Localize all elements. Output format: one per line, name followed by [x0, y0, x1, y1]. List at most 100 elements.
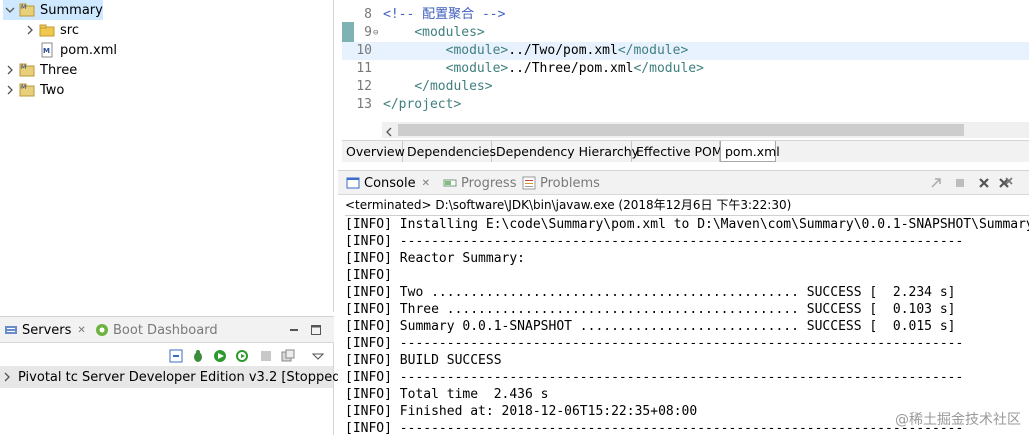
pin-console-icon[interactable] — [928, 175, 944, 191]
tab-problems[interactable]: Problems — [522, 171, 600, 195]
server-row[interactable]: Pivotal tc Server Developer Edition v3.2… — [0, 366, 341, 388]
console-line: [INFO] ---------------------------------… — [345, 370, 964, 385]
tab-console-label: Console — [364, 175, 416, 191]
code-line[interactable]: 11 <module>../Three/pom.xml</module> — [342, 60, 1029, 78]
line-number: 13 — [356, 97, 372, 112]
svg-text:M: M — [43, 47, 50, 55]
line-number: 9 — [364, 25, 372, 40]
tree-item-label: src — [60, 22, 79, 38]
progress-icon — [443, 179, 457, 187]
horizontal-scrollbar[interactable] — [382, 122, 1029, 138]
code-text: </modules> — [414, 79, 493, 94]
tree-item-label: pom.xml — [60, 42, 117, 58]
code-line[interactable]: 12 </modules> — [342, 78, 1029, 96]
close-icon[interactable]: ✕ — [422, 178, 430, 189]
tree-item-src[interactable]: src — [23, 20, 79, 40]
console-line: [INFO] ---------------------------------… — [345, 421, 964, 435]
code-line[interactable]: 13 </project> — [342, 96, 1029, 114]
remove-launch-icon[interactable] — [976, 175, 992, 191]
tree-item-pom-xml[interactable]: Mpom.xml — [23, 40, 117, 60]
code-text: </project> — [383, 97, 462, 112]
code-line[interactable]: 9 ⊖ <modules> — [342, 24, 1029, 42]
tab-pom-xml[interactable]: pom.xml — [720, 141, 780, 162]
tree-item-label: Two — [40, 82, 65, 98]
console-line: [INFO] Two .............................… — [345, 285, 956, 300]
console-line: [INFO] Reactor Summary: — [345, 251, 526, 266]
chevron-right-icon[interactable] — [3, 370, 11, 384]
code-line[interactable]: 8 <!-- 配置聚合 --> — [342, 6, 1029, 24]
tab-console[interactable]: Console ✕ — [346, 171, 430, 195]
console-line: [INFO] Finished at: 2018-12-06T15:22:35+… — [345, 404, 698, 419]
problems-icon — [522, 176, 536, 190]
view-menu-icon[interactable] — [310, 348, 326, 364]
server-label: Pivotal tc Server Developer Edition v3.2… — [18, 369, 341, 385]
servers-view: Servers ✕ Boot Dashboard Pivotal tc Serv… — [0, 316, 341, 435]
console-line: [INFO] Summary 0.0.1-SNAPSHOT ..........… — [345, 319, 956, 334]
tab-overview[interactable]: Overview — [342, 141, 405, 162]
tab-servers[interactable]: Servers ✕ — [4, 317, 86, 343]
profile-server-icon[interactable] — [234, 348, 250, 364]
tree-item-two[interactable]: M Two — [3, 80, 64, 100]
editor-page-tabs: Overview Dependencies Dependency Hierarchy… — [342, 140, 1029, 162]
scroll-left-icon[interactable] — [385, 125, 393, 140]
close-icon[interactable]: ✕ — [77, 325, 85, 336]
folder-icon — [39, 24, 55, 37]
tree-item-label: Three — [40, 62, 78, 78]
tab-dependencies[interactable]: Dependencies — [403, 141, 496, 162]
chevron-right-icon[interactable] — [3, 63, 17, 77]
maven-project-icon: M — [19, 3, 35, 17]
fold-toggle-icon[interactable]: ⊖ — [373, 24, 378, 42]
tab-effective-pom[interactable]: Effective POM — [632, 141, 723, 162]
project-explorer: M Summary src Mpom.xml M Three M Two — [0, 0, 334, 312]
svg-text:M: M — [21, 84, 26, 91]
terminate-icon[interactable] — [952, 175, 968, 191]
console-line: [INFO] Installing E:\code\Summary\pom.xm… — [345, 217, 1029, 232]
publish-icon[interactable] — [280, 348, 296, 364]
line-number: 8 — [364, 7, 372, 22]
tab-boot-dashboard-label: Boot Dashboard — [113, 322, 218, 338]
code-text: <module>../Two/pom.xml</module> — [445, 43, 689, 58]
debug-server-icon[interactable] — [190, 348, 206, 364]
scrollbar-thumb[interactable] — [398, 124, 964, 136]
console-line: [INFO] ---------------------------------… — [345, 234, 964, 249]
spring-boot-icon — [96, 324, 108, 336]
pom-editor[interactable]: 8 <!-- 配置聚合 --> 9 ⊖ <modules> 10 <module>../… — [342, 0, 1029, 162]
console-output[interactable]: [INFO] Installing E:\code\Summary\pom.xm… — [345, 215, 1029, 435]
servers-tab-bar: Servers ✕ Boot Dashboard — [0, 317, 334, 343]
code-line[interactable]: 10 <module>../Two/pom.xml</module> — [342, 42, 1029, 60]
tree-item-summary[interactable]: M Summary — [3, 0, 103, 20]
maximize-icon[interactable] — [308, 322, 324, 338]
chevron-down-icon[interactable] — [3, 3, 17, 17]
tab-servers-label: Servers — [22, 322, 72, 338]
line-number: 11 — [356, 61, 372, 76]
tree-item-three[interactable]: M Three — [3, 60, 77, 80]
console-line: [INFO] — [345, 268, 392, 283]
maven-project-icon: M — [19, 83, 35, 97]
tab-boot-dashboard[interactable]: Boot Dashboard — [95, 317, 218, 343]
remove-all-terminated-icon[interactable] — [998, 175, 1014, 191]
chevron-right-icon[interactable] — [23, 23, 37, 37]
maven-pom-icon: M — [41, 42, 53, 58]
line-number: 10 — [356, 43, 372, 58]
collapse-all-icon[interactable] — [168, 348, 184, 364]
tab-problems-label: Problems — [540, 175, 600, 191]
console-line: [INFO] Three ...........................… — [345, 302, 956, 317]
tab-progress[interactable]: Progress — [443, 171, 516, 195]
minimize-icon[interactable] — [286, 322, 302, 338]
console-icon — [346, 177, 360, 189]
console-view: Console ✕ Progress Problems <terminated>… — [338, 170, 1029, 435]
console-line: [INFO] BUILD SUCCESS — [345, 353, 502, 368]
chevron-right-icon[interactable] — [3, 83, 17, 97]
stop-server-icon[interactable] — [258, 348, 274, 364]
code-text: <!-- 配置聚合 --> — [383, 7, 506, 22]
svg-text:M: M — [21, 4, 26, 11]
svg-text:M: M — [21, 64, 26, 71]
console-line: [INFO] Total time 2.436 s — [345, 387, 549, 402]
process-status: <terminated> D:\software\JDK\bin\javaw.e… — [345, 198, 792, 212]
start-server-icon[interactable] — [212, 348, 228, 364]
tab-dependency-hierarchy[interactable]: Dependency Hierarchy — [492, 141, 639, 162]
console-tab-bar: Console ✕ Progress Problems — [338, 171, 1029, 195]
watermark: @稀土掘金技术社区 — [895, 412, 1021, 428]
code-text: <module>../Three/pom.xml</module> — [445, 61, 704, 76]
